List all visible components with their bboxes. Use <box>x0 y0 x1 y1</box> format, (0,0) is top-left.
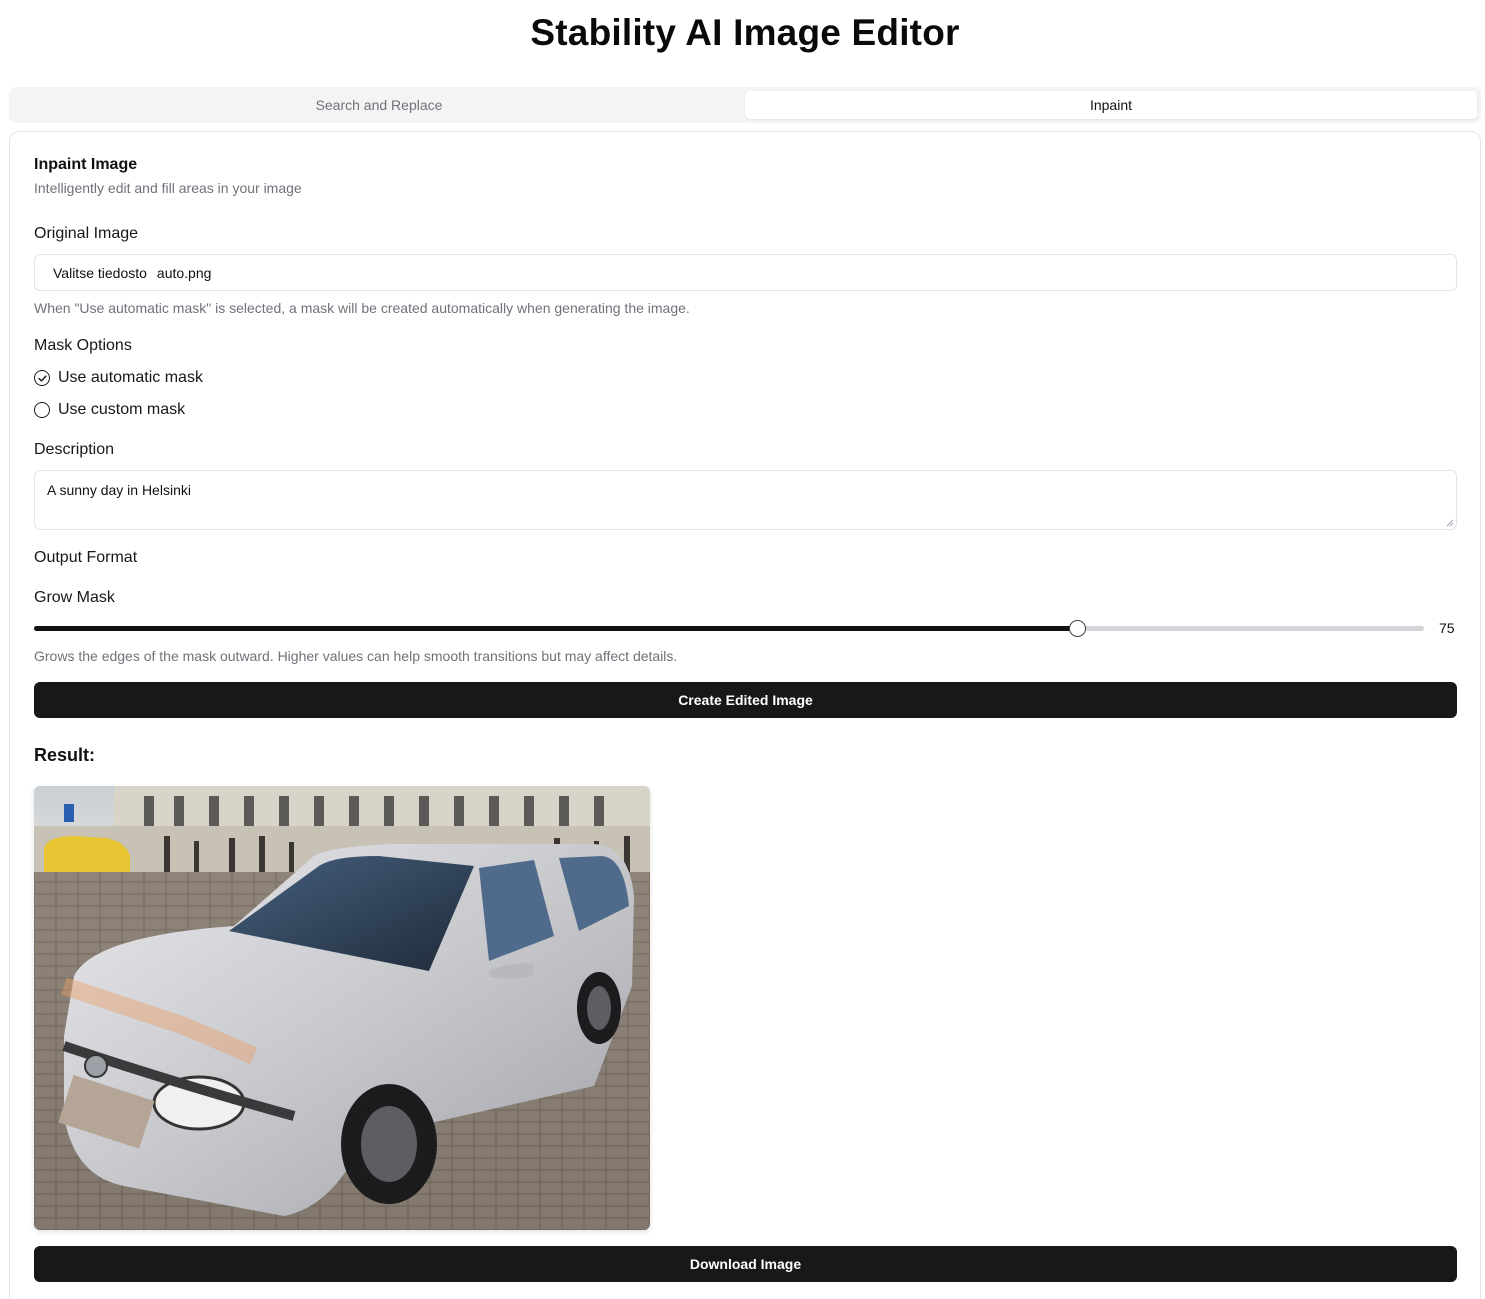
selected-file-name: auto.png <box>156 264 212 281</box>
description-label: Description <box>34 441 115 458</box>
original-image-hint: When "Use automatic mask" is selected, a… <box>34 300 690 316</box>
tab-inpaint[interactable]: Inpaint <box>745 91 1477 119</box>
inpaint-card: Inpaint Image Intelligently edit and fil… <box>9 131 1481 1299</box>
slider-thumb[interactable] <box>1068 620 1086 637</box>
card-description: Intelligently edit and fill areas in you… <box>34 180 302 196</box>
download-image-button[interactable]: Download Image <box>34 1246 1457 1282</box>
description-text: A sunny day in Helsinki <box>47 482 191 498</box>
grow-mask-slider[interactable] <box>34 618 1424 640</box>
tab-search-and-replace[interactable]: Search and Replace <box>13 91 745 119</box>
tab-list: Search and Replace Inpaint <box>9 87 1481 123</box>
radio-automatic-mask-label: Use automatic mask <box>58 369 203 386</box>
radio-checked-icon[interactable] <box>34 370 50 386</box>
result-image-picture <box>34 786 650 1230</box>
radio-custom-mask-label: Use custom mask <box>58 401 186 418</box>
app-title: Stability AI Image Editor <box>530 12 960 53</box>
resize-grip-icon[interactable] <box>1445 518 1454 527</box>
original-image-label: Original Image <box>34 225 139 242</box>
result-title: Result: <box>34 745 96 765</box>
output-format-label: Output Format <box>34 549 138 566</box>
grow-mask-value: 75 <box>1439 620 1455 636</box>
mask-options-label: Mask Options <box>34 337 132 354</box>
grow-mask-label: Grow Mask <box>34 589 115 606</box>
radio-custom-mask[interactable]: Use custom mask <box>34 401 185 419</box>
result-image <box>34 786 650 1230</box>
slider-fill <box>34 626 1077 631</box>
create-edited-image-button[interactable]: Create Edited Image <box>34 682 1457 718</box>
original-image-file-input[interactable]: Valitse tiedosto auto.png <box>34 254 1457 291</box>
card-title: Inpaint Image <box>34 156 138 173</box>
radio-unchecked-icon[interactable] <box>34 402 50 418</box>
grow-mask-hint: Grows the edges of the mask outward. Hig… <box>34 648 678 664</box>
description-textarea[interactable]: A sunny day in Helsinki <box>34 470 1457 530</box>
radio-automatic-mask[interactable]: Use automatic mask <box>34 369 203 387</box>
choose-file-button[interactable]: Valitse tiedosto <box>53 265 147 281</box>
